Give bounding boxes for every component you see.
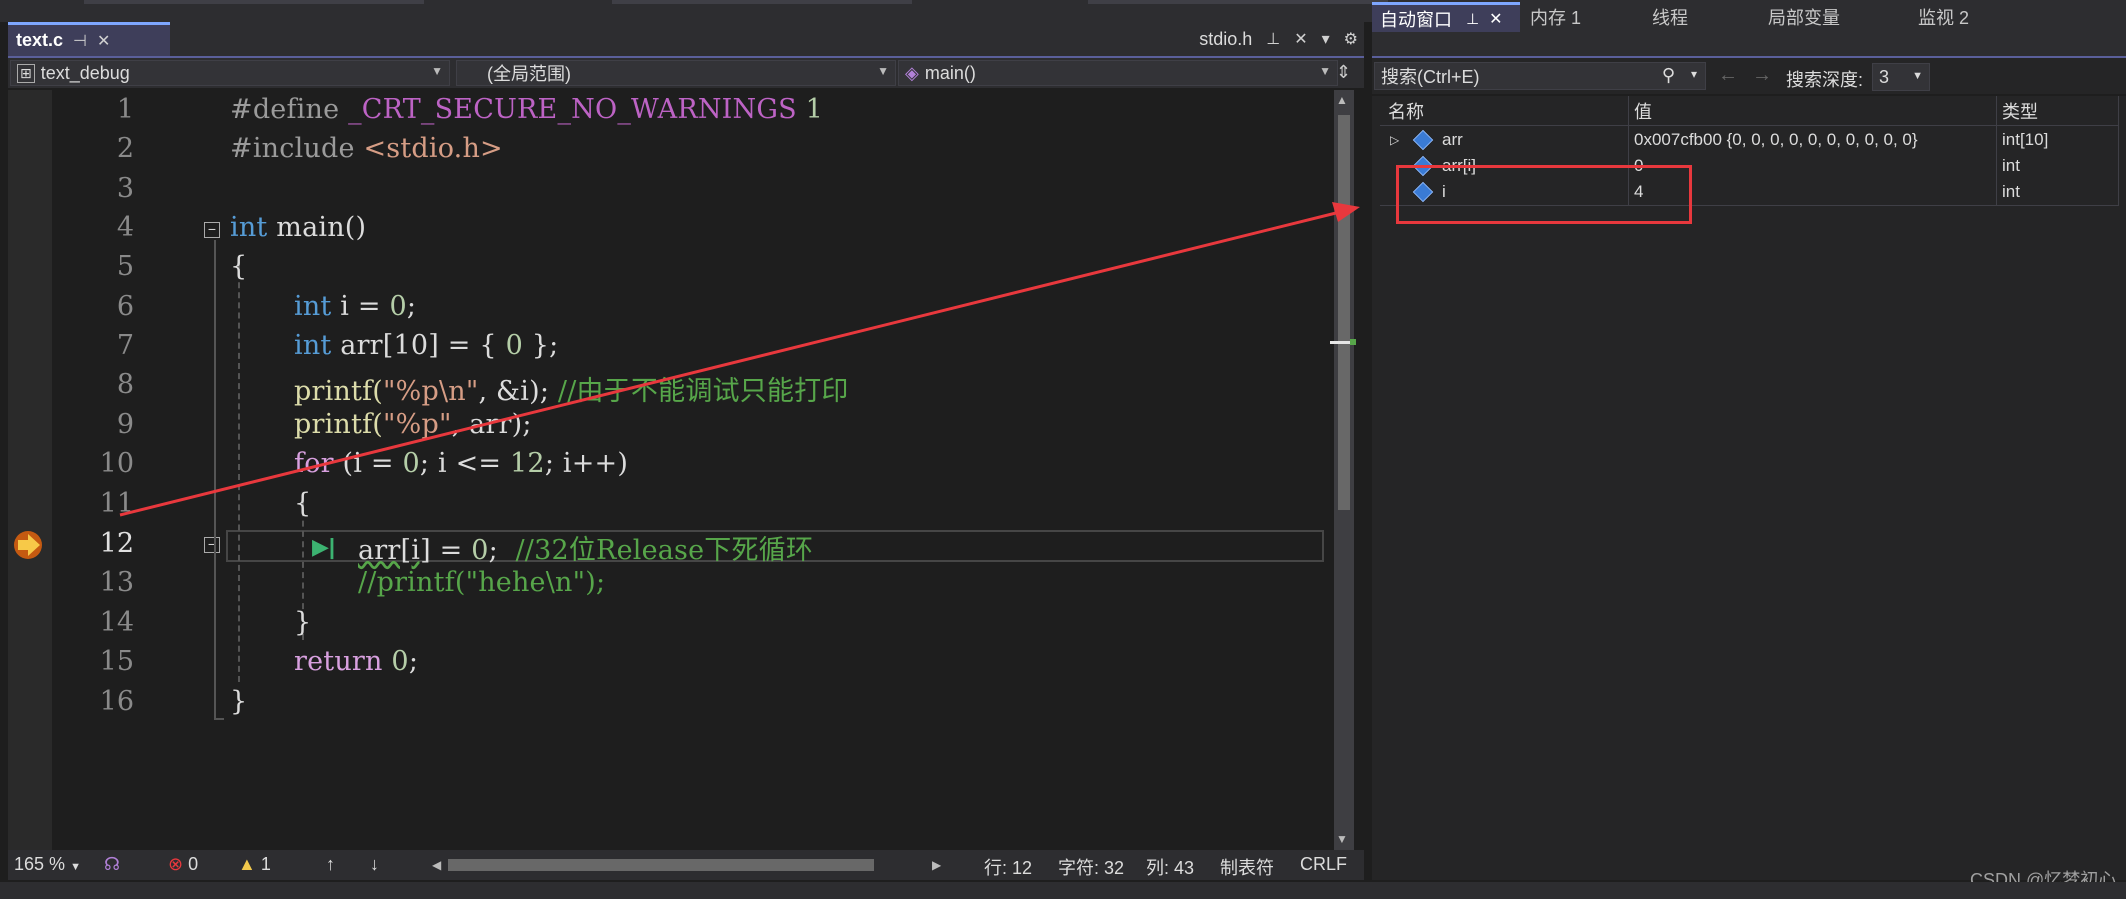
annotation-arrow [119,202,1360,517]
bottom-strip [0,882,2126,899]
